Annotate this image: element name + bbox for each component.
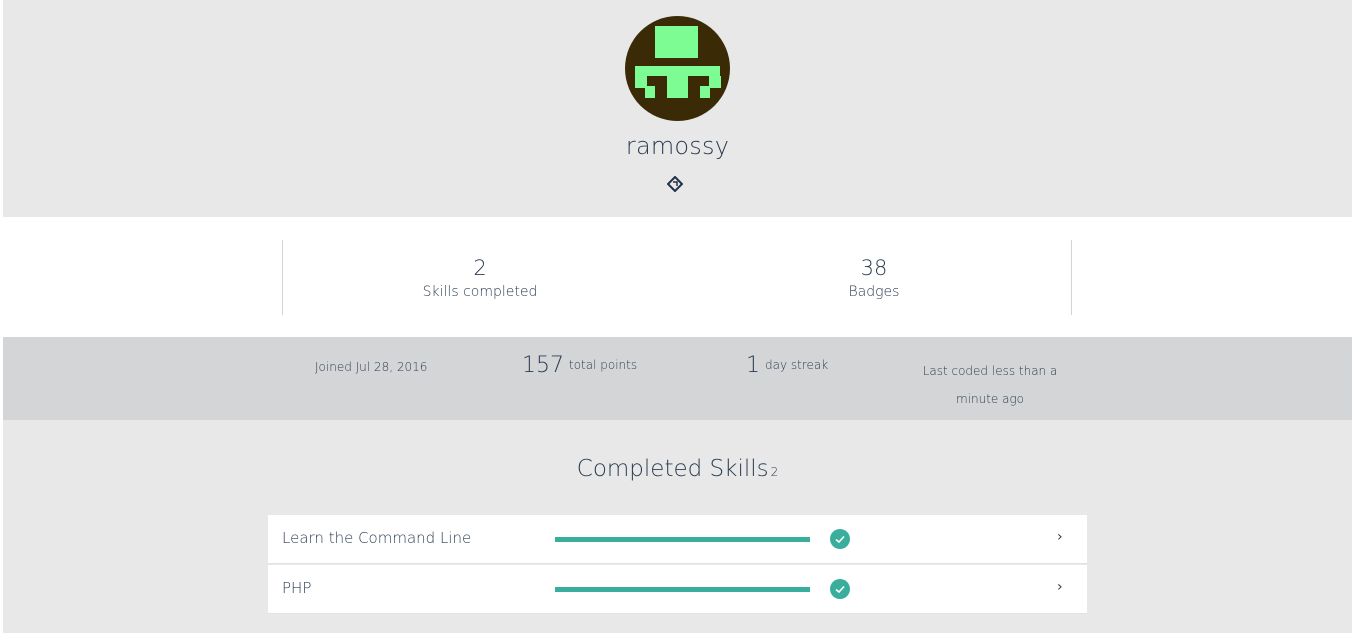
info-bar: Joined Jul 28, 2016 157 total points 1 day… <box>3 337 1352 420</box>
skills-count: 2 <box>770 465 779 479</box>
badges-stat[interactable]: 38 Badges <box>754 255 994 303</box>
badges-label: Badges <box>848 284 900 300</box>
last-coded: Last coded less than a minute ago <box>922 364 1058 406</box>
total-points: 157 total points <box>522 353 637 378</box>
skill-name: PHP <box>282 579 312 597</box>
check-icon <box>830 579 850 599</box>
check-icon <box>830 529 850 549</box>
user-avatar[interactable] <box>625 16 730 121</box>
diamond-badge-icon[interactable] <box>667 176 683 192</box>
day-streak-value: 1 <box>746 353 760 378</box>
section-title-text: Completed Skills <box>576 456 769 482</box>
pixel-avatar-icon <box>635 26 721 98</box>
badges-count: 38 <box>860 256 888 280</box>
skills-completed-count: 2 <box>473 256 487 280</box>
skills-completed-stat[interactable]: 2 Skills completed <box>360 255 600 303</box>
divider <box>282 240 283 315</box>
total-points-value: 157 <box>522 353 564 378</box>
stats-panel: 2 Skills completed 38 Badges <box>3 217 1352 337</box>
completed-skills-section: Completed Skills 2 Learn the Command Line… <box>3 420 1352 633</box>
chevron-right-icon[interactable]: › <box>1057 529 1063 545</box>
day-streak-label: day streak <box>765 358 829 372</box>
skill-progress-bar <box>555 537 810 542</box>
profile-header: ramossy <box>3 0 1352 217</box>
skills-completed-label: Skills completed <box>422 284 538 300</box>
section-title: Completed Skills 2 <box>3 456 1352 482</box>
skill-name: Learn the Command Line <box>282 529 472 547</box>
skill-progress-bar <box>555 587 810 592</box>
skill-row[interactable]: Learn the Command Line › <box>268 515 1087 564</box>
divider <box>1071 240 1072 315</box>
skill-row[interactable]: PHP › <box>268 565 1087 614</box>
chevron-right-icon[interactable]: › <box>1057 579 1063 595</box>
day-streak: 1 day streak <box>746 353 828 378</box>
username: ramossy <box>625 132 730 160</box>
joined-date: Joined Jul 28, 2016 <box>315 360 428 374</box>
total-points-label: total points <box>569 358 638 372</box>
